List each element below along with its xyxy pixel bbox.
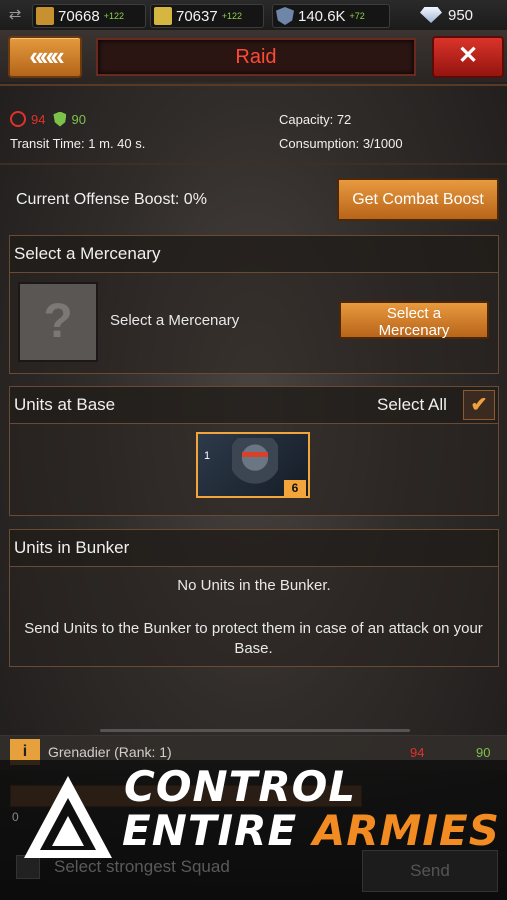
mercenary-panel-title: Select a Mercenary [14, 244, 161, 263]
offense-boost: Current Offense Boost: 0% [16, 191, 207, 209]
unit-card[interactable]: 1 6 [196, 432, 310, 498]
select-mercenary-button-line2: Mercenary [378, 322, 450, 339]
question-mark-icon: ? [43, 295, 73, 348]
brand-triangle-logo [24, 776, 112, 858]
squad-name: Grenadier (Rank: 1) [48, 744, 172, 760]
scroll-indicator [100, 729, 410, 732]
metal-icon [36, 7, 54, 25]
consumption-value: 3/1000 [362, 136, 403, 151]
soldier-visor [242, 452, 268, 457]
mercenary-label: Select a Mercenary [110, 312, 240, 329]
transit-time: Transit Time: 1 m. 40 s. [10, 136, 145, 151]
bunker-title: Units in Bunker [14, 538, 130, 557]
offense-boost-label: Current Offense Boost: [16, 191, 180, 208]
crosshair-icon [10, 111, 26, 127]
slider-min: 0 [12, 810, 19, 824]
resource-metal[interactable]: 70668 +122 [32, 4, 146, 28]
squad-attack: 94 [410, 745, 425, 760]
send-button[interactable]: Send [362, 850, 498, 892]
unit-count: 6 [284, 480, 306, 496]
stats-divider [0, 163, 507, 165]
bunker-header: Units in Bunker [10, 530, 498, 567]
units-base-title: Units at Base [14, 395, 116, 414]
resource-metal-value: 70668 [58, 7, 100, 25]
resource-fuel-gain: +122 [221, 11, 242, 21]
resource-shield[interactable]: 140.6K +72 [272, 4, 390, 28]
offense-boost-value: 0% [183, 191, 207, 208]
select-all-label[interactable]: Select All [377, 395, 447, 415]
resource-fuel[interactable]: 70637 +122 [150, 4, 264, 28]
soldier-portrait [232, 438, 278, 494]
capacity-label: Capacity: [279, 112, 334, 127]
promo-line2-orange: ARMIES [312, 806, 500, 855]
diamond-icon [420, 7, 442, 23]
page-title: Raid [235, 46, 277, 68]
capacity-value: 72 [336, 112, 352, 127]
unit-level: 1 [204, 450, 211, 462]
select-all-checkbox[interactable]: ✔ [463, 390, 495, 420]
back-button[interactable]: ««« [8, 36, 82, 78]
resource-metal-gain: +122 [103, 11, 124, 21]
consumption: Consumption: 3/1000 [279, 136, 403, 151]
resource-fuel-value: 70637 [176, 7, 218, 25]
swap-icon[interactable]: ⇄ [6, 6, 24, 24]
transit-label: Transit Time: [10, 136, 85, 151]
promo-line2: ENTIRE ARMIES [122, 806, 500, 855]
diamond-value: 950 [448, 6, 474, 24]
fuel-icon [154, 7, 172, 25]
promo-line2-white: ENTIRE [122, 806, 298, 855]
title-plate: Raid [96, 38, 416, 76]
bunker-hint-text: Send Units to the Bunker to protect them… [24, 620, 483, 657]
bunker-empty-text: No Units in the Bunker. [177, 577, 331, 594]
attack-value: 94 [31, 111, 46, 127]
attack-stat: 94 90 [10, 111, 86, 127]
select-mercenary-button[interactable]: Select a Mercenary [339, 301, 489, 339]
close-button[interactable]: ✕ [432, 36, 504, 78]
mercenary-panel-header: Select a Mercenary [10, 236, 498, 273]
get-combat-boost-button[interactable]: Get Combat Boost [337, 178, 499, 221]
promo-line1: CONTROL [124, 762, 357, 811]
mercenary-slot[interactable]: ? [18, 282, 98, 362]
transit-value: 1 m. 40 s. [88, 136, 146, 151]
defense-value: 90 [71, 111, 86, 127]
select-mercenary-button-line1: Select a [386, 305, 442, 322]
header-divider [0, 84, 507, 86]
consumption-label: Consumption: [279, 136, 360, 151]
resource-shield-gain: +72 [349, 11, 365, 21]
defense-shield-icon [53, 111, 67, 127]
diamond-counter[interactable]: 950 [420, 4, 473, 26]
resource-shield-value: 140.6K [298, 7, 346, 25]
capacity: Capacity: 72 [279, 112, 351, 127]
shield-resource-icon [276, 7, 294, 25]
squad-defense: 90 [476, 745, 491, 760]
